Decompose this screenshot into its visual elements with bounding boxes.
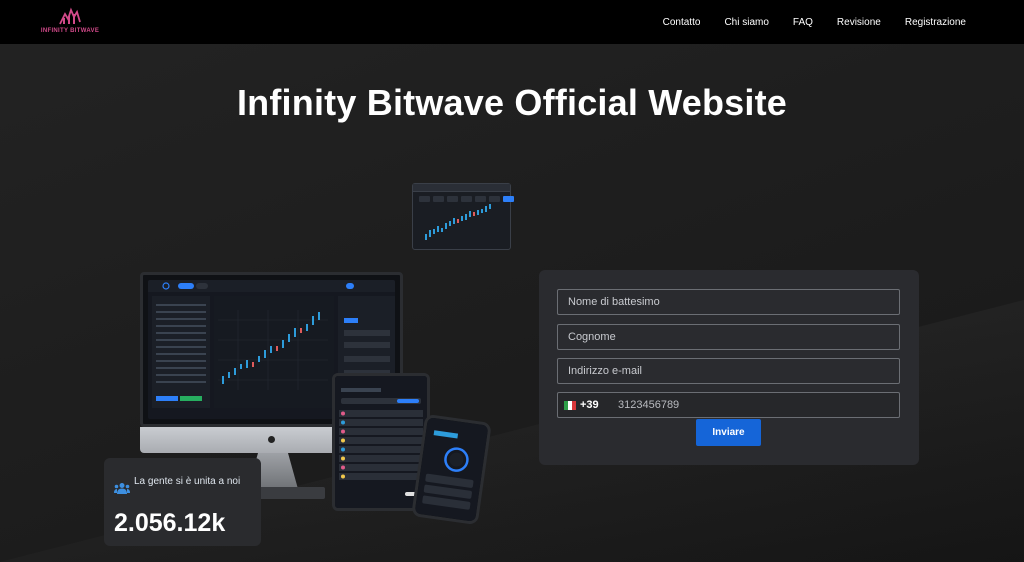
nav-chi-siamo[interactable]: Chi siamo	[724, 17, 768, 28]
main-nav: Contatto Chi siamo FAQ Revisione Registr…	[639, 0, 966, 44]
nav-faq[interactable]: FAQ	[793, 17, 813, 28]
members-stats-card: La gente si è unita a noi 2.056.12k	[104, 458, 261, 546]
phone-field[interactable]	[618, 394, 888, 416]
registration-form: +39 Inviare	[539, 270, 919, 465]
brand-name: INFINITY BITWAVE	[40, 28, 100, 34]
phone-mockup	[411, 413, 492, 526]
phone-screen	[414, 417, 489, 522]
top-navbar: INFINITY BITWAVE Contatto Chi siamo FAQ …	[0, 0, 1024, 44]
logo-mark-icon	[59, 7, 81, 25]
nav-revisione[interactable]: Revisione	[837, 17, 881, 28]
nav-registrazione[interactable]: Registrazione	[905, 17, 966, 28]
first-name-field[interactable]	[557, 289, 900, 315]
page-title: Infinity Bitwave Official Website	[236, 82, 788, 123]
phone-field-group: +39	[557, 392, 900, 418]
italy-flag-icon[interactable]	[564, 401, 576, 410]
nav-contatto[interactable]: Contatto	[663, 17, 701, 28]
members-label: La gente si è unita a noi	[134, 476, 241, 487]
brand-logo[interactable]: INFINITY BITWAVE	[38, 6, 102, 38]
tablet-screen	[335, 376, 427, 508]
floating-chart-widget	[412, 183, 514, 250]
floating-chart-candles	[425, 204, 491, 240]
users-icon	[114, 483, 130, 494]
email-field[interactable]	[557, 358, 900, 384]
submit-button[interactable]: Inviare	[696, 419, 761, 446]
phone-country-code[interactable]: +39	[580, 399, 599, 411]
last-name-field[interactable]	[557, 324, 900, 350]
members-count: 2.056.12k	[114, 509, 226, 537]
